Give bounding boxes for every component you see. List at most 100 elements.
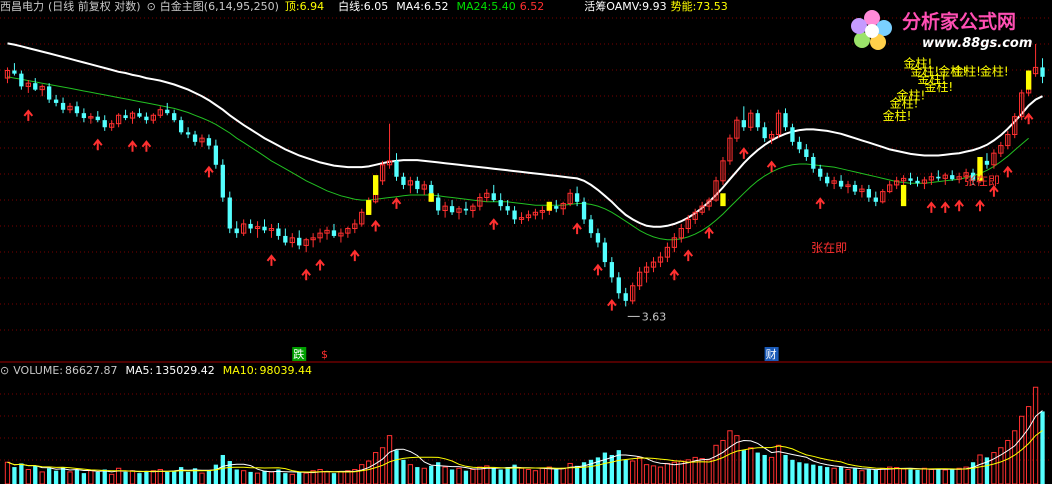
jinzhu-bar <box>720 193 726 207</box>
candle-body <box>623 293 628 301</box>
volume-bar <box>415 467 420 484</box>
volume-bar <box>852 468 858 484</box>
jinzhu-bar <box>372 175 379 195</box>
volume-bar <box>518 467 525 484</box>
candle-body <box>283 235 288 243</box>
volume-bar <box>283 473 288 484</box>
candle-body <box>165 109 170 114</box>
buy-arrow-icon <box>669 268 680 281</box>
candle-body <box>741 120 746 128</box>
volume-bar <box>123 471 128 484</box>
buy-arrow-icon <box>1003 165 1013 178</box>
candle-body <box>449 206 455 213</box>
volume-bar <box>574 465 580 484</box>
volume-bar <box>289 473 295 484</box>
candle-body <box>936 176 941 179</box>
volume-bar <box>46 468 52 484</box>
volume-bar <box>262 470 267 484</box>
candle-body <box>866 189 872 198</box>
volume-bar <box>102 469 107 484</box>
ma5-value: 135029.42 <box>155 364 215 377</box>
white-value: 6.05 <box>363 0 389 13</box>
volume-bar <box>498 469 503 484</box>
buy-arrow-icon <box>593 263 603 276</box>
volume-ma10-line <box>7 430 1043 473</box>
volume-bar <box>4 461 11 484</box>
candle-body <box>790 127 795 142</box>
candle-body <box>498 200 503 207</box>
jinzhu-bar <box>366 200 372 215</box>
low-price-label: 3.63 <box>642 310 667 323</box>
volume-bar <box>866 469 872 484</box>
volume-bar <box>144 471 149 484</box>
volume-bar <box>818 465 823 484</box>
indicator-name: 白金主图 <box>159 0 204 13</box>
candle-body <box>588 219 594 234</box>
buy-arrow-icon <box>266 254 277 266</box>
candle-body <box>505 206 510 211</box>
candle-body <box>227 197 232 229</box>
volume-bar <box>623 459 628 484</box>
volume-bar <box>880 467 886 484</box>
volume-bar <box>811 464 816 484</box>
volume-bar <box>768 456 775 484</box>
candle-body <box>852 184 858 192</box>
candle-body <box>797 141 802 150</box>
volume-value: 86627.87 <box>65 364 118 377</box>
jinzhu-annotation: 金柱! <box>980 64 1009 79</box>
volume-bar <box>33 465 38 484</box>
candle-body <box>74 106 80 114</box>
shineng-label: 势能: <box>670 0 697 13</box>
volume-bar <box>1040 411 1045 484</box>
watermark-url: www.88gs.com <box>922 36 1032 51</box>
volume-bar <box>234 469 239 484</box>
buy-arrow-icon <box>683 249 694 262</box>
buy-arrow-icon <box>391 197 402 209</box>
candle-body <box>262 226 267 231</box>
volume-bar <box>470 468 476 484</box>
ma10-value: 98039.44 <box>259 364 312 377</box>
volume-bar <box>956 467 962 484</box>
buy-arrow-icon <box>92 138 103 151</box>
volume-bar <box>442 466 448 484</box>
volume-bar <box>950 469 955 484</box>
buy-arrow-icon <box>141 140 152 152</box>
volume-bar <box>199 472 205 484</box>
candle-body <box>53 99 59 103</box>
volume-bar <box>297 471 302 484</box>
volume-bar <box>394 450 399 484</box>
candle-body <box>783 113 788 128</box>
volume-bar <box>845 468 851 484</box>
stock-name: 西昌电力 <box>0 0 44 13</box>
ma10-label: MA10: <box>222 364 258 377</box>
huochou-value: 9.93 <box>642 0 667 13</box>
volume-bar <box>790 459 795 484</box>
volume-bar <box>345 470 351 484</box>
buy-arrow-icon <box>572 222 582 235</box>
huochou-label: 活筹OAMV: <box>584 0 643 13</box>
event-marker-label: 跌 <box>293 347 304 361</box>
volume-bar <box>741 450 746 484</box>
volume-bar <box>893 467 900 484</box>
volume-bar <box>463 470 469 484</box>
candle-body <box>213 145 219 165</box>
jinzhu-bar <box>900 184 907 207</box>
buy-arrow-icon <box>370 219 381 232</box>
candle-body <box>206 138 212 146</box>
candle-body <box>297 237 302 246</box>
volume-bar <box>53 470 59 484</box>
candle-body <box>331 230 337 236</box>
candle-body <box>554 206 559 209</box>
volume-bar <box>95 471 100 484</box>
white-line <box>7 42 1043 228</box>
volume-bar <box>303 472 309 484</box>
candle-body <box>234 228 239 234</box>
candle-body <box>394 160 399 177</box>
volume-bar <box>560 467 566 484</box>
candle-body <box>512 210 517 220</box>
buy-arrow-icon <box>1023 112 1034 125</box>
candle-body <box>873 197 878 202</box>
candle-body <box>144 116 149 121</box>
candle-body <box>60 102 66 110</box>
volume-bar <box>60 467 66 484</box>
